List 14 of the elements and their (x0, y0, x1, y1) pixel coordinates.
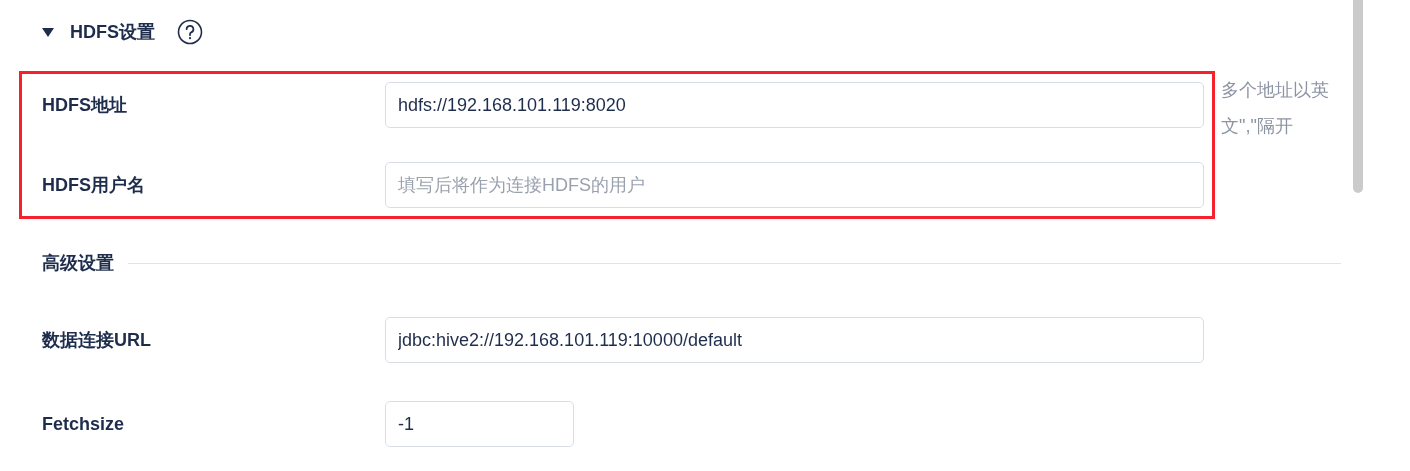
input-field[interactable]: jdbc:hive2://192.168.101.119:10000/default (385, 317, 1204, 363)
field-label: HDFS用户名 (42, 174, 146, 197)
field-label: Fetchsize (42, 413, 126, 435)
input-field[interactable]: -1 (385, 401, 574, 447)
collapse-toggle-icon[interactable] (42, 27, 54, 37)
field-hint: 多个地址以英文","隔开 (1221, 79, 1330, 138)
field-label: 数据连接URL (42, 329, 152, 352)
input-field[interactable]: hdfs://192.168.101.119:8020 (385, 82, 1204, 128)
section-title: 高级设置 (42, 252, 114, 275)
input-field[interactable]: 填写后将作为连接HDFS的用户 (385, 162, 1204, 208)
help-icon[interactable] (177, 19, 203, 45)
field-label: HDFS地址 (42, 94, 128, 117)
scrollbar-thumb[interactable] (1353, 0, 1363, 193)
section-title: HDFS设置 (70, 21, 155, 44)
